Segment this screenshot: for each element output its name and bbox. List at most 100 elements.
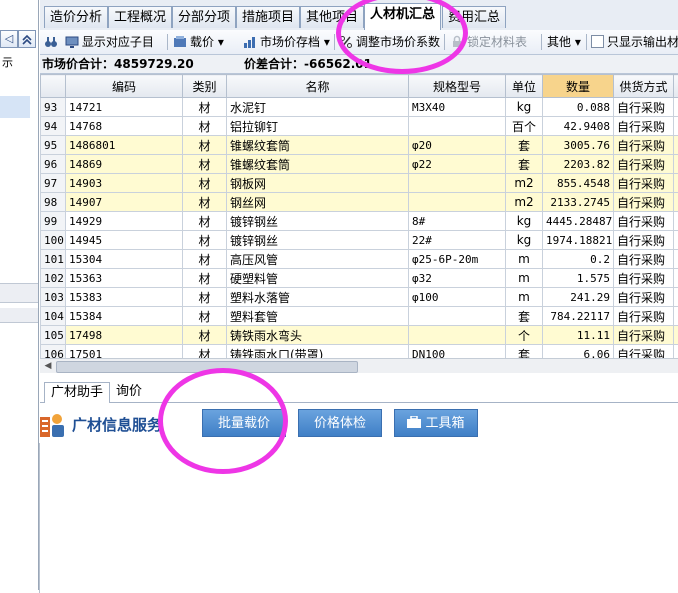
row-number[interactable]: 94 (41, 117, 66, 136)
code-cell[interactable]: 14945 (66, 231, 183, 250)
quantity-cell[interactable]: 855.4548 (543, 174, 614, 193)
name-cell[interactable]: 水泥钉 (227, 98, 409, 117)
extra-cell[interactable] (674, 345, 678, 359)
spec-cell[interactable]: φ25-6P-20m (409, 250, 506, 269)
tab-inquiry[interactable]: 询价 (110, 382, 148, 402)
code-cell[interactable]: 15384 (66, 307, 183, 326)
table-row[interactable]: 951486801材锥螺纹套筒φ20套3005.76自行采购 (41, 136, 678, 155)
tab-project-overview[interactable]: 工程概况 (108, 6, 172, 28)
type-cell[interactable]: 材 (183, 269, 227, 288)
quantity-cell[interactable]: 3005.76 (543, 136, 614, 155)
supply-cell[interactable]: 自行采购 (614, 155, 674, 174)
row-number[interactable]: 101 (41, 250, 66, 269)
row-number[interactable]: 96 (41, 155, 66, 174)
extra-cell[interactable] (674, 326, 678, 345)
row-number[interactable]: 104 (41, 307, 66, 326)
extra-cell[interactable] (674, 193, 678, 212)
unit-cell[interactable]: m (506, 288, 543, 307)
row-number[interactable]: 106 (41, 345, 66, 359)
collapse-left-button[interactable]: ◁ (0, 30, 18, 48)
unit-cell[interactable]: 套 (506, 136, 543, 155)
name-cell[interactable]: 钢丝网 (227, 193, 409, 212)
table-row[interactable]: 10115304材高压风管φ25-6P-20mm0.2自行采购 (41, 250, 678, 269)
type-cell[interactable]: 材 (183, 136, 227, 155)
table-row[interactable]: 10617501材铸铁雨水口(带罩)DN100套6.06自行采购 (41, 345, 678, 359)
name-cell[interactable]: 高压风管 (227, 250, 409, 269)
name-cell[interactable]: 镀锌钢丝 (227, 231, 409, 250)
extra-cell[interactable] (674, 288, 678, 307)
extra-cell[interactable] (674, 269, 678, 288)
name-cell[interactable]: 塑料套管 (227, 307, 409, 326)
row-number[interactable]: 99 (41, 212, 66, 231)
code-cell[interactable]: 14907 (66, 193, 183, 212)
load-price-button[interactable]: 载价 ▾ (173, 33, 224, 51)
quantity-cell[interactable]: 6.06 (543, 345, 614, 359)
table-row[interactable]: 9614869材锥螺纹套筒φ22套2203.82自行采购 (41, 155, 678, 174)
quantity-cell[interactable]: 2133.2745 (543, 193, 614, 212)
row-number[interactable]: 98 (41, 193, 66, 212)
toolbox-button[interactable]: 工具箱 (394, 409, 478, 437)
name-cell[interactable]: 铸铁雨水弯头 (227, 326, 409, 345)
market-archive-button[interactable]: 市场价存档 ▾ (243, 33, 330, 51)
row-number[interactable]: 97 (41, 174, 66, 193)
tab-measure-items[interactable]: 措施项目 (236, 6, 300, 28)
supply-cell[interactable]: 自行采购 (614, 174, 674, 193)
col-header-quantity[interactable]: 数量 (543, 75, 614, 98)
row-number[interactable]: 95 (41, 136, 66, 155)
show-sub-items-button[interactable]: 显示对应子目 (44, 33, 154, 51)
table-row[interactable]: 10215363材硬塑料管φ32m1.575自行采购 (41, 269, 678, 288)
quantity-cell[interactable]: 241.29 (543, 288, 614, 307)
table-row[interactable]: 10014945材镀锌钢丝22#kg1974.18821自行采购 (41, 231, 678, 250)
type-cell[interactable]: 材 (183, 326, 227, 345)
supply-cell[interactable]: 自行采购 (614, 269, 674, 288)
extra-cell[interactable] (674, 250, 678, 269)
spec-cell[interactable] (409, 174, 506, 193)
col-header-name[interactable]: 名称 (227, 75, 409, 98)
row-number[interactable]: 100 (41, 231, 66, 250)
row-number[interactable]: 103 (41, 288, 66, 307)
spec-cell[interactable] (409, 326, 506, 345)
name-cell[interactable]: 硬塑料管 (227, 269, 409, 288)
spec-cell[interactable]: φ32 (409, 269, 506, 288)
scroll-left-arrow-icon[interactable]: ◀ (42, 360, 54, 372)
type-cell[interactable]: 材 (183, 250, 227, 269)
spec-cell[interactable] (409, 307, 506, 326)
left-pane-selected-item[interactable] (0, 96, 30, 118)
table-row[interactable]: 10517498材铸铁雨水弯头个11.11自行采购 (41, 326, 678, 345)
row-number[interactable]: 105 (41, 326, 66, 345)
name-cell[interactable]: 镀锌钢丝 (227, 212, 409, 231)
col-header-type[interactable]: 类别 (183, 75, 227, 98)
spec-cell[interactable]: 22# (409, 231, 506, 250)
tab-guangcai-assistant[interactable]: 广材助手 (44, 382, 110, 403)
type-cell[interactable]: 材 (183, 98, 227, 117)
col-header-extra[interactable]: 甲 (674, 75, 678, 98)
quantity-cell[interactable]: 784.22117 (543, 307, 614, 326)
extra-cell[interactable] (674, 155, 678, 174)
table-row[interactable]: 10415384材塑料套管套784.22117自行采购 (41, 307, 678, 326)
col-header-supply[interactable]: 供货方式 (614, 75, 674, 98)
code-cell[interactable]: 15304 (66, 250, 183, 269)
col-header-unit[interactable]: 单位 (506, 75, 543, 98)
quantity-cell[interactable]: 0.2 (543, 250, 614, 269)
name-cell[interactable]: 钢板网 (227, 174, 409, 193)
row-number[interactable]: 93 (41, 98, 66, 117)
tab-cost-analysis[interactable]: 造价分析 (44, 6, 108, 28)
type-cell[interactable]: 材 (183, 288, 227, 307)
code-cell[interactable]: 14721 (66, 98, 183, 117)
table-row[interactable]: 9714903材钢板网m2855.4548自行采购 (41, 174, 678, 193)
quantity-cell[interactable]: 2203.82 (543, 155, 614, 174)
name-cell[interactable]: 铝拉铆钉 (227, 117, 409, 136)
type-cell[interactable]: 材 (183, 193, 227, 212)
unit-cell[interactable]: kg (506, 212, 543, 231)
code-cell[interactable]: 17501 (66, 345, 183, 359)
supply-cell[interactable]: 自行采购 (614, 345, 674, 359)
code-cell[interactable]: 14929 (66, 212, 183, 231)
unit-cell[interactable]: m (506, 269, 543, 288)
code-cell[interactable]: 1486801 (66, 136, 183, 155)
quantity-cell[interactable]: 1974.18821 (543, 231, 614, 250)
name-cell[interactable]: 塑料水落管 (227, 288, 409, 307)
quantity-cell[interactable]: 11.11 (543, 326, 614, 345)
quantity-cell[interactable]: 4445.28487 (543, 212, 614, 231)
supply-cell[interactable]: 自行采购 (614, 307, 674, 326)
code-cell[interactable]: 17498 (66, 326, 183, 345)
